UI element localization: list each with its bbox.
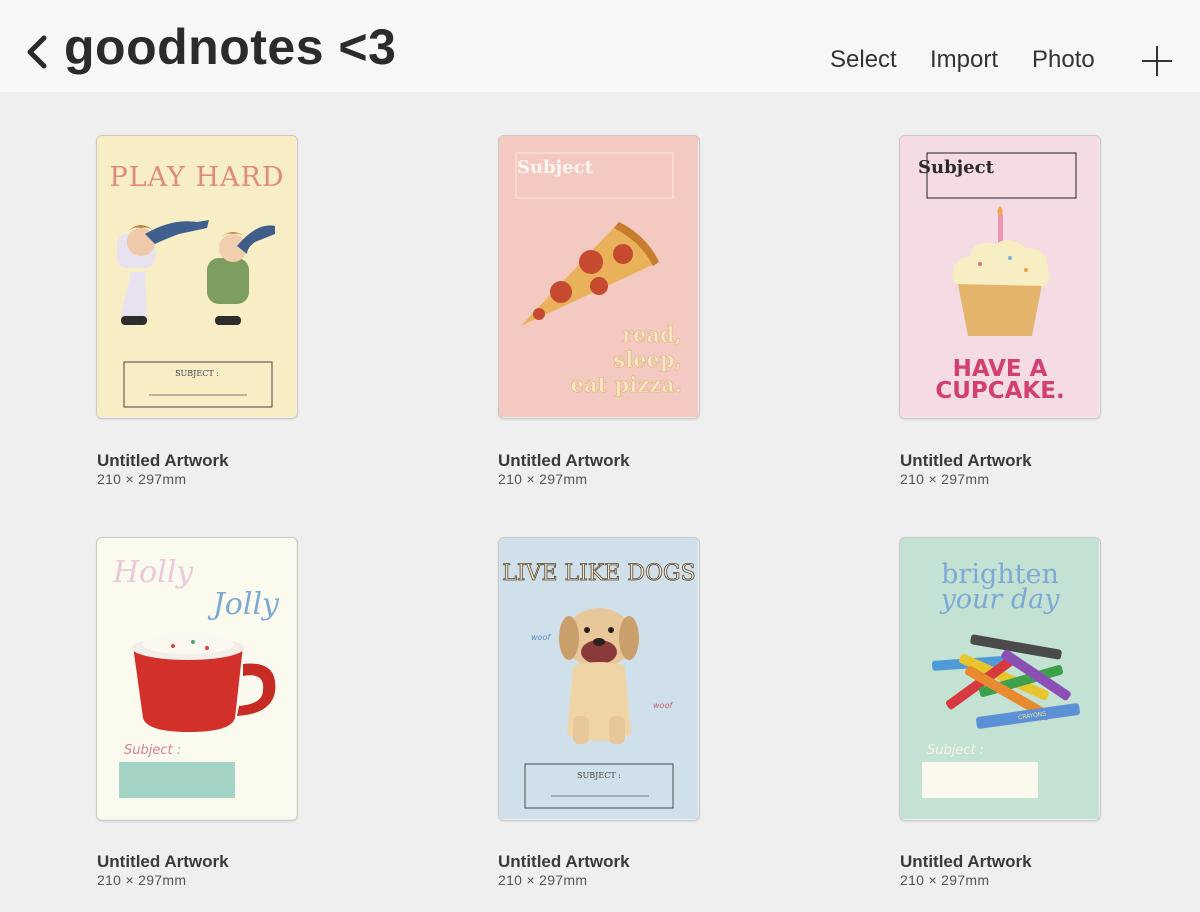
artwork-size: 210 × 297mm <box>498 872 588 888</box>
cover-live-like-dogs: LIVE LIKE DOGS woof woof SUBJECT : <box>499 538 698 819</box>
cover-brighten-your-day: brighten your day CRAYONS Subject : <box>900 538 1099 819</box>
cover-line-2: your day <box>939 584 1060 615</box>
artwork-title: Untitled Artwork <box>900 852 1032 871</box>
artwork-title: Untitled Artwork <box>498 852 630 871</box>
cover-holly-jolly: Holly Jolly Subject : <box>97 538 296 819</box>
top-bar: goodnotes <3 Select Import Photo <box>0 0 1200 92</box>
subject-label: SUBJECT : <box>175 369 219 378</box>
cover-line-3: eat pizza. <box>571 372 682 397</box>
artwork-title: Untitled Artwork <box>498 451 630 470</box>
cover-play-hard: PLAY HARD SUBJECT : <box>97 136 296 417</box>
cover-cupcake: Subject HAVE A CUPCAKE. <box>900 136 1099 417</box>
subject-label: Subject : <box>124 743 181 758</box>
artwork-size: 210 × 297mm <box>498 471 588 487</box>
cover-headline: PLAY HARD <box>110 162 285 193</box>
artwork-size: 210 × 297mm <box>97 872 187 888</box>
artwork-card-live-like-dogs[interactable]: LIVE LIKE DOGS woof woof SUBJECT : <box>498 537 700 821</box>
cover-line-2: CUPCAKE. <box>935 378 1064 404</box>
woof-text-1: woof <box>531 633 551 642</box>
subject-label: Subject <box>918 157 995 178</box>
artwork-size: 210 × 297mm <box>900 471 990 487</box>
cover-line-1: Holly <box>112 555 194 590</box>
cover-line-2: Jolly <box>207 587 280 622</box>
subject-label: Subject : <box>927 743 984 758</box>
artwork-size: 210 × 297mm <box>97 471 187 487</box>
plus-icon[interactable] <box>1140 44 1174 78</box>
artwork-card-pizza[interactable]: Subject read, sleep, eat pizza. <box>498 135 700 419</box>
artwork-card-holly-jolly[interactable]: Holly Jolly Subject : <box>96 537 298 821</box>
cover-pizza: Subject read, sleep, eat pizza. <box>499 136 698 417</box>
artwork-title: Untitled Artwork <box>900 451 1032 470</box>
cover-line-2: sleep, <box>613 347 682 372</box>
artwork-card-cupcake[interactable]: Subject HAVE A CUPCAKE. <box>899 135 1101 419</box>
cover-line-1: read, <box>622 322 682 347</box>
select-button[interactable]: Select <box>830 46 897 74</box>
artwork-title: Untitled Artwork <box>97 451 229 470</box>
cover-headline: LIVE LIKE DOGS <box>502 561 695 586</box>
subject-label: SUBJECT : <box>577 771 621 780</box>
artwork-title: Untitled Artwork <box>97 852 229 871</box>
artwork-card-play-hard[interactable]: PLAY HARD SUBJECT : <box>96 135 298 419</box>
gallery-title: goodnotes <3 <box>64 19 397 75</box>
chevron-left-icon[interactable] <box>22 30 52 74</box>
subject-field <box>119 762 235 798</box>
subject-label: Subject <box>517 157 594 178</box>
woof-text-2: woof <box>653 701 673 710</box>
artwork-size: 210 × 297mm <box>900 872 990 888</box>
photo-button[interactable]: Photo <box>1032 46 1095 74</box>
subject-field <box>922 762 1038 798</box>
import-button[interactable]: Import <box>930 46 998 74</box>
artwork-card-brighten-your-day[interactable]: brighten your day CRAYONS Subject : <box>899 537 1101 821</box>
